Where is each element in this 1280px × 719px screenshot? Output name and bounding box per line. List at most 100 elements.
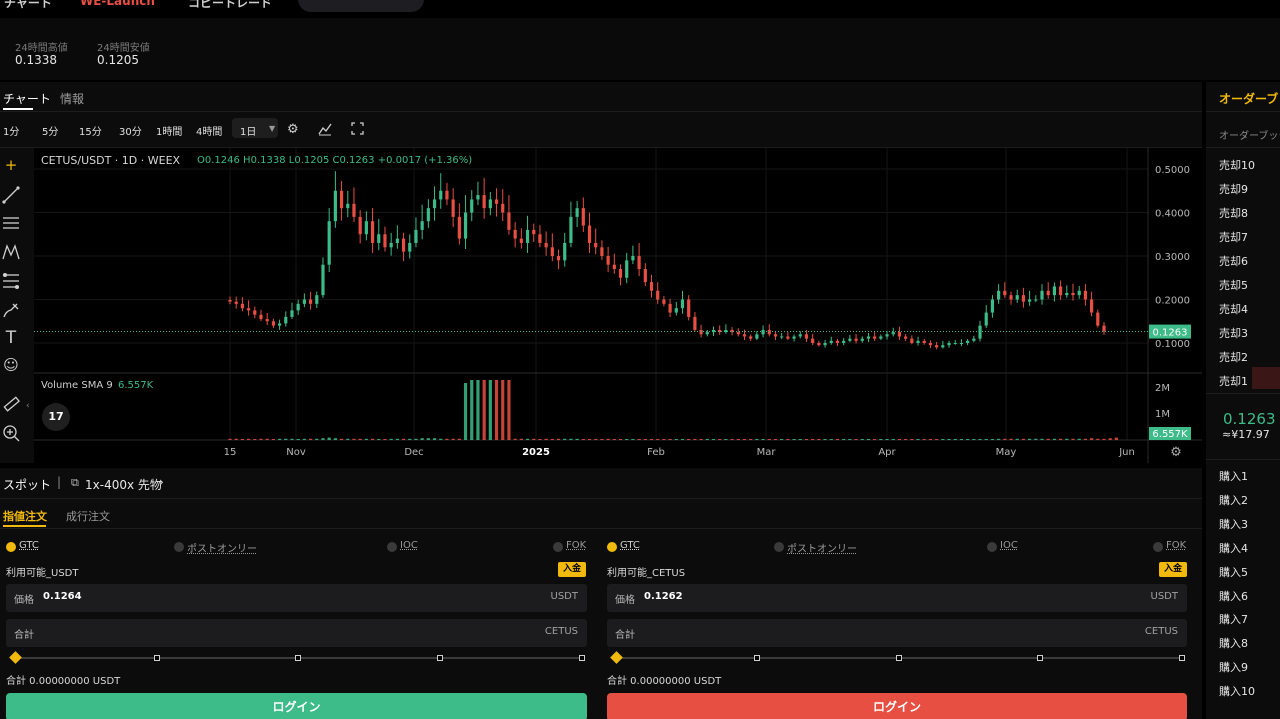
- radio-postonly-sell[interactable]: [774, 542, 784, 552]
- nav-item-copy-trade[interactable]: コピートレード: [188, 0, 272, 11]
- chevron-right-icon[interactable]: ›: [159, 475, 164, 489]
- radio-postonly-buy[interactable]: [174, 542, 184, 552]
- spot-label[interactable]: スポット: [3, 476, 51, 493]
- zoom-icon[interactable]: [0, 424, 22, 446]
- buy-login-button[interactable]: ログイン: [6, 693, 587, 719]
- gear-icon[interactable]: ⚙: [287, 122, 299, 137]
- radio-fok-buy[interactable]: [553, 542, 563, 552]
- candle-body: [426, 208, 430, 222]
- top-pill[interactable]: [298, 0, 424, 12]
- ask-row[interactable]: 売却4: [1219, 301, 1248, 317]
- sell-login-button[interactable]: ログイン: [607, 693, 1187, 719]
- bid-row[interactable]: 購入7: [1219, 611, 1248, 627]
- price-chart[interactable]: 0.5000 0.4000 0.3000 0.2000 0.1000 2M 1M 15 Nov D…: [34, 148, 1202, 463]
- radio-ioc-sell[interactable]: [987, 542, 997, 552]
- slider-mark[interactable]: [437, 655, 443, 661]
- indicator-icon[interactable]: [318, 122, 332, 140]
- tf-30m[interactable]: 30分: [119, 123, 142, 138]
- ask-row[interactable]: 売却2: [1219, 349, 1248, 365]
- slider-mark[interactable]: [1179, 655, 1185, 661]
- bid-row[interactable]: 購入9: [1219, 659, 1248, 675]
- radio-gtc-sell[interactable]: [607, 542, 617, 552]
- brush-icon[interactable]: [0, 301, 22, 323]
- candle-body: [860, 338, 864, 341]
- deposit-button-buy[interactable]: 入金: [558, 562, 586, 577]
- slider-mark[interactable]: [754, 655, 760, 661]
- buy-total-field[interactable]: 合計 CETUS: [6, 619, 587, 647]
- opt-postonly-buy[interactable]: ポストオンリー: [187, 540, 257, 555]
- orderbook-title[interactable]: オーダーブッ: [1219, 90, 1280, 107]
- tradingview-logo[interactable]: 17: [42, 403, 70, 431]
- collapse-chevron-icon[interactable]: ‹: [26, 401, 30, 411]
- slider-mark[interactable]: [1037, 655, 1043, 661]
- slider-mark[interactable]: [295, 655, 301, 661]
- chevron-down-icon[interactable]: ▼: [269, 124, 275, 133]
- opt-postonly-sell[interactable]: ポストオンリー: [787, 540, 857, 555]
- bid-row[interactable]: 購入10: [1219, 683, 1255, 699]
- deposit-button-sell[interactable]: 入金: [1159, 562, 1187, 577]
- tf-1h[interactable]: 1時間: [156, 123, 182, 138]
- volume-bar: [997, 438, 1001, 440]
- radio-ioc-buy[interactable]: [387, 542, 397, 552]
- slider-mark[interactable]: [154, 655, 160, 661]
- slider-mark[interactable]: [579, 655, 585, 661]
- slider-mark[interactable]: [896, 655, 902, 661]
- text-icon[interactable]: T: [0, 328, 22, 348]
- nav-item-we-launch[interactable]: WE-Launch: [80, 0, 155, 8]
- volume-bar: [414, 438, 418, 440]
- radio-gtc-buy[interactable]: [6, 542, 16, 552]
- available-usdt: 利用可能_USDT: [6, 568, 79, 579]
- tf-4h[interactable]: 4時間: [196, 123, 222, 138]
- x-tick-label: Feb: [647, 447, 665, 458]
- volume-bar: [860, 439, 864, 440]
- opt-ioc-buy[interactable]: IOC: [400, 540, 418, 551]
- tf-1m[interactable]: 1分: [3, 123, 19, 138]
- bid-row[interactable]: 購入1: [1219, 468, 1248, 484]
- tf-5m[interactable]: 5分: [42, 123, 58, 138]
- emoji-icon[interactable]: ☺: [0, 356, 22, 374]
- opt-fok-buy[interactable]: FOK: [566, 540, 586, 551]
- ask-row[interactable]: 売却7: [1219, 229, 1248, 245]
- tab-chart[interactable]: チャート: [3, 90, 51, 107]
- sell-total-field[interactable]: 合計 CETUS: [607, 619, 1187, 647]
- crosshair-icon[interactable]: +: [0, 156, 22, 174]
- opt-ioc-sell[interactable]: IOC: [1000, 540, 1018, 551]
- ask-row[interactable]: 売却5: [1219, 277, 1248, 293]
- sell-price-field[interactable]: 価格 0.1262 USDT: [607, 584, 1187, 612]
- tab-limit-order[interactable]: 指値注文: [3, 508, 47, 524]
- tf-15m[interactable]: 15分: [79, 123, 102, 138]
- ask-row[interactable]: 売却8: [1219, 205, 1248, 221]
- volume-bar: [897, 439, 902, 440]
- horizontal-lines-icon[interactable]: [0, 214, 22, 236]
- buy-price-field[interactable]: 価格 0.1264 USDT: [6, 584, 587, 612]
- bid-row[interactable]: 購入4: [1219, 540, 1248, 556]
- bid-row[interactable]: 購入6: [1219, 588, 1248, 604]
- buy-slider-knob[interactable]: [9, 651, 22, 664]
- radio-fok-sell[interactable]: [1153, 542, 1163, 552]
- ask-row[interactable]: 売却1: [1219, 373, 1248, 389]
- opt-gtc-sell[interactable]: GTC: [620, 540, 640, 551]
- separator: |: [57, 475, 62, 489]
- ask-row[interactable]: 売却10: [1219, 157, 1255, 173]
- bid-row[interactable]: 購入8: [1219, 635, 1248, 651]
- volume-bar: [687, 439, 691, 440]
- fib-icon[interactable]: [0, 272, 22, 294]
- sell-slider-knob[interactable]: [610, 651, 623, 664]
- tf-1d[interactable]: 1日: [240, 123, 256, 138]
- futures-link[interactable]: 1x-400x 先物: [85, 476, 162, 493]
- opt-fok-sell[interactable]: FOK: [1166, 540, 1186, 551]
- tab-info[interactable]: 情報: [60, 90, 84, 107]
- trendline-icon[interactable]: [0, 186, 22, 208]
- tab-market-order[interactable]: 成行注文: [66, 508, 110, 524]
- ask-row[interactable]: 売却9: [1219, 181, 1248, 197]
- ruler-icon[interactable]: [0, 395, 22, 417]
- bid-row[interactable]: 購入2: [1219, 492, 1248, 508]
- ask-row[interactable]: 売却6: [1219, 253, 1248, 269]
- opt-gtc-buy[interactable]: GTC: [19, 540, 39, 551]
- bid-row[interactable]: 購入5: [1219, 564, 1248, 580]
- ask-row[interactable]: 売却3: [1219, 325, 1248, 341]
- bid-row[interactable]: 購入3: [1219, 516, 1248, 532]
- fullscreen-icon[interactable]: [351, 122, 364, 139]
- nav-item-chart[interactable]: チャート: [4, 0, 52, 11]
- pattern-icon[interactable]: [0, 243, 22, 265]
